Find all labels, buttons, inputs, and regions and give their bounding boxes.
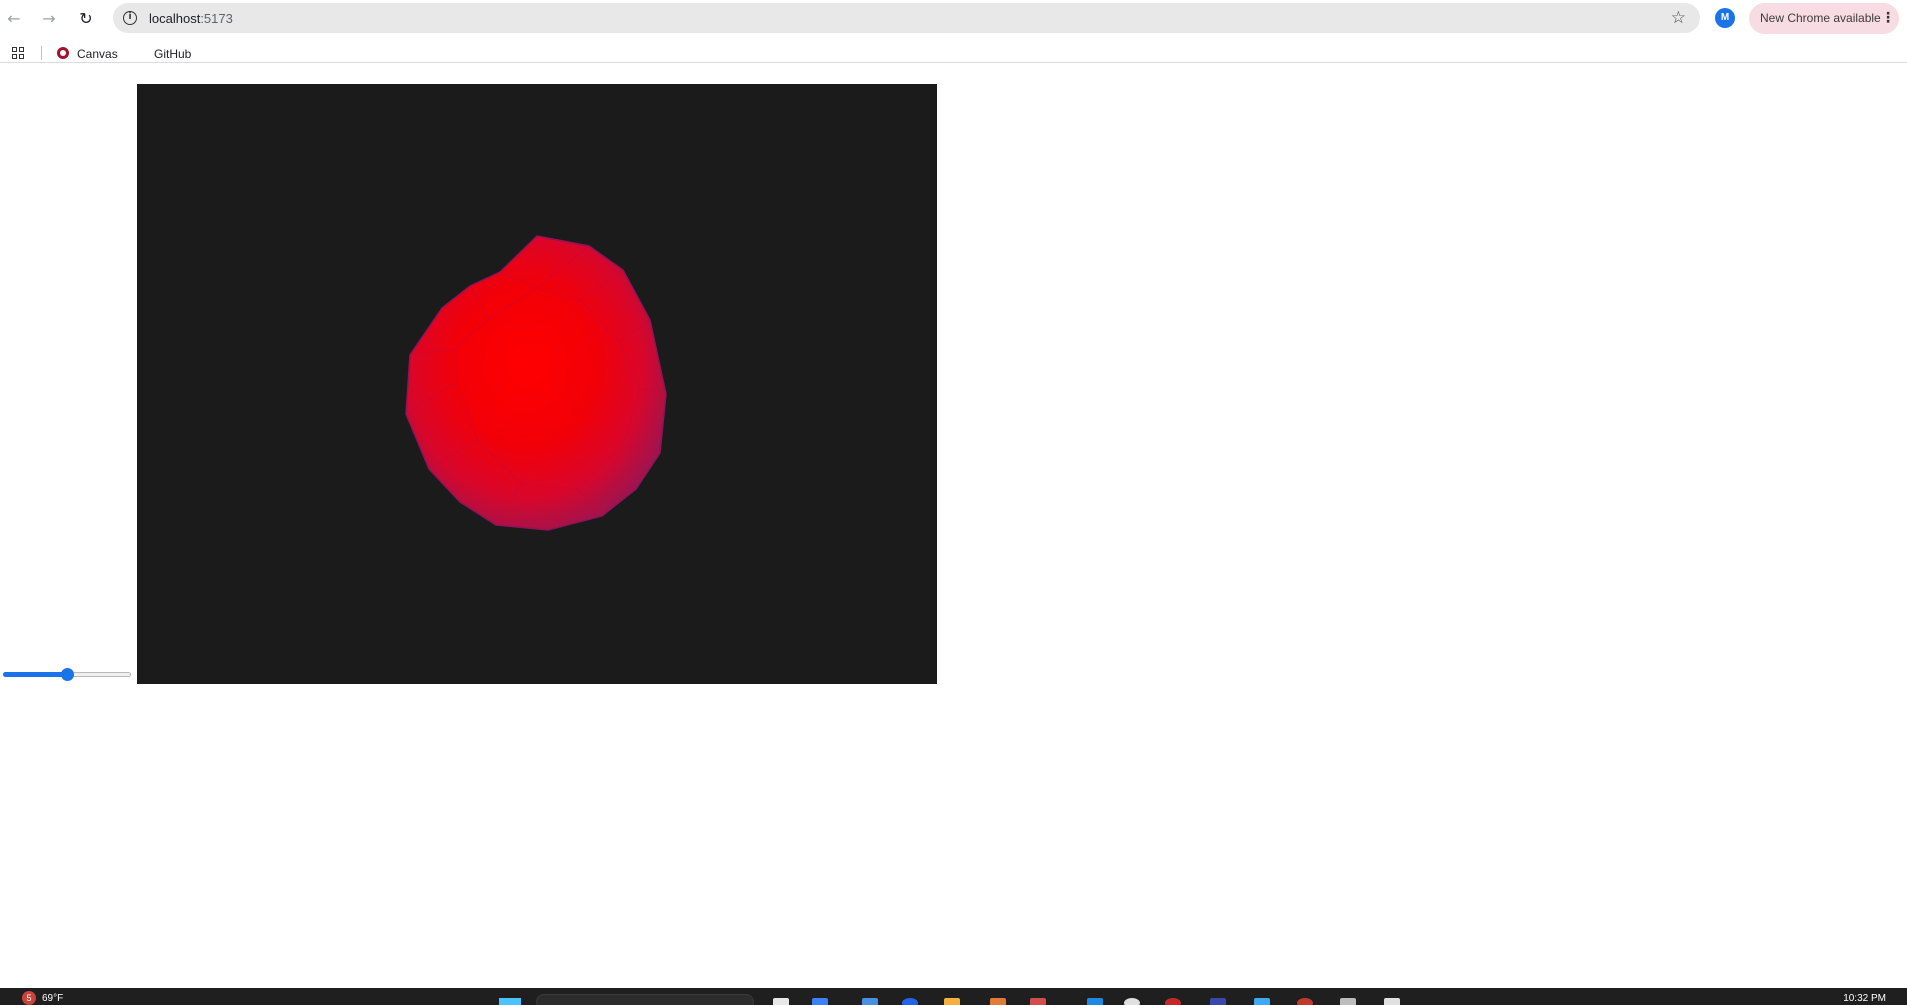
app-icon[interactable] [1210, 998, 1226, 1005]
profile-avatar[interactable]: M [1715, 8, 1735, 28]
app-icon[interactable] [990, 998, 1006, 1005]
taskbar-search[interactable] [536, 994, 754, 1005]
bookmark-canvas[interactable]: Canvas [57, 47, 118, 61]
app-icon[interactable] [1030, 998, 1046, 1005]
app-icon[interactable] [1124, 998, 1140, 1005]
app-icon[interactable] [1087, 998, 1103, 1005]
slider-thumb[interactable] [60, 668, 74, 681]
app-icon[interactable] [1384, 998, 1400, 1005]
app-icon[interactable] [1165, 998, 1181, 1005]
taskview-icon[interactable] [773, 998, 789, 1005]
bookmark-github[interactable]: GitHub [154, 47, 191, 61]
windows-start-icon[interactable] [499, 998, 521, 1005]
chrome-update-button[interactable]: New Chrome available ⋮ [1749, 3, 1899, 34]
forward-arrow-icon[interactable]: → [37, 6, 61, 30]
url-host: localhost [149, 11, 201, 26]
bookmark-star-icon[interactable]: ☆ [1671, 8, 1686, 28]
weather-badge[interactable]: 5 [22, 991, 36, 1005]
range-slider[interactable] [3, 668, 131, 681]
canvas-logo-icon [57, 47, 69, 59]
app-icon[interactable] [1254, 998, 1270, 1005]
app-icon[interactable] [1340, 998, 1356, 1005]
bookmark-github-label: GitHub [154, 47, 192, 61]
browser-toolbar: ← → ↻ i localhost:5173 ☆ M New Chrome av… [0, 0, 1907, 36]
bookmark-canvas-label: Canvas [77, 47, 118, 61]
app-icon[interactable] [862, 998, 878, 1005]
3d-canvas[interactable] [137, 84, 937, 684]
app-icon[interactable] [812, 998, 828, 1005]
apps-grid-icon[interactable] [12, 47, 24, 59]
back-arrow-icon[interactable]: ← [2, 6, 26, 30]
chrome-icon[interactable] [1297, 998, 1313, 1005]
address-bar[interactable]: i localhost:5173 ☆ [113, 3, 1700, 33]
taskbar-clock[interactable]: 10:32 PM [1843, 993, 1886, 1004]
file-explorer-icon[interactable] [944, 998, 960, 1005]
url-port: :5173 [200, 11, 233, 26]
bookmarks-divider [41, 46, 42, 60]
url-text[interactable]: localhost:5173 [149, 11, 233, 26]
slider-fill [3, 672, 67, 677]
app-icon[interactable] [902, 998, 918, 1005]
bookmarks-bar: Canvas GitHub [0, 38, 1907, 63]
reload-icon[interactable]: ↻ [74, 6, 98, 30]
chrome-update-label: New Chrome available [1760, 11, 1881, 25]
windows-taskbar: 5 69°F 10:32 PM [0, 988, 1907, 1005]
red-sphere [405, 235, 667, 531]
site-info-icon[interactable]: i [123, 11, 137, 25]
weather-temperature[interactable]: 69°F [42, 993, 63, 1004]
sphere-render [405, 235, 667, 531]
kebab-menu-icon[interactable]: ⋮ [1881, 3, 1895, 34]
